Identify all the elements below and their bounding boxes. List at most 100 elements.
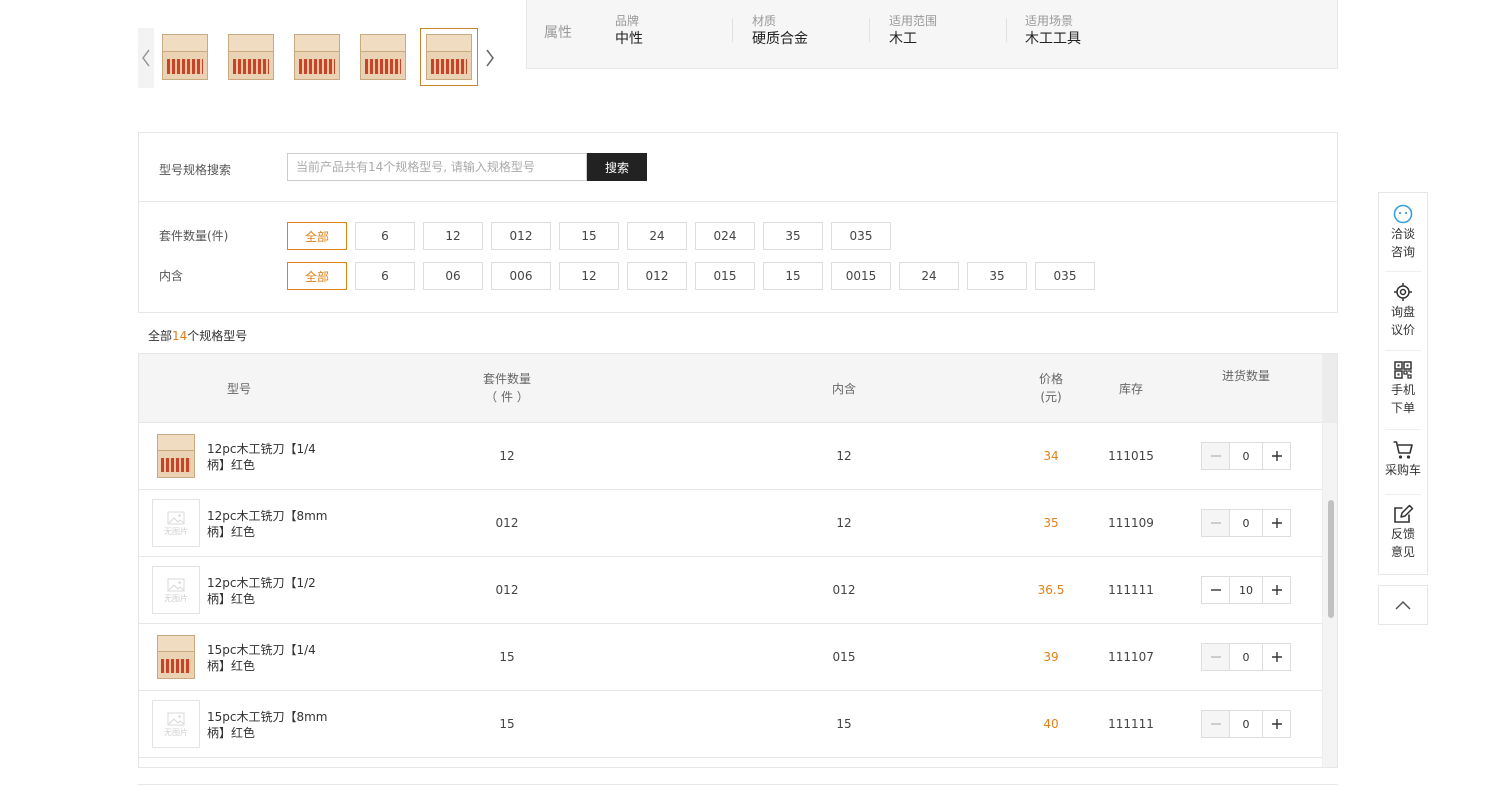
filter-option[interactable]: 06 <box>423 262 483 290</box>
scrollbar-thumb[interactable] <box>1328 500 1334 618</box>
kit-qty-cell: 12 <box>499 449 515 463</box>
filter-option[interactable]: 6 <box>355 222 415 250</box>
toolbar-divider <box>1385 271 1421 272</box>
filter-option[interactable]: 015 <box>695 262 755 290</box>
edit-icon <box>1394 504 1414 523</box>
product-name[interactable]: 12pc木工铣刀【8mm 柄】红色 <box>207 508 337 540</box>
product-box-image <box>157 635 195 679</box>
consult-button[interactable]: 洽谈 咨询 <box>1379 203 1427 261</box>
product-name-line2: 柄】红色 <box>207 592 256 606</box>
kit-qty-cell: 012 <box>495 516 519 530</box>
filter-option[interactable]: 0015 <box>831 262 891 290</box>
product-name-line1: 15pc木工铣刀【1/4 <box>207 643 316 657</box>
stock-cell: 111111 <box>1108 717 1154 731</box>
filter-option[interactable]: 24 <box>899 262 959 290</box>
kit-qty-cell: 012 <box>495 583 519 597</box>
filter-option[interactable]: 12 <box>423 222 483 250</box>
filter-option[interactable]: 035 <box>1035 262 1095 290</box>
filter-option[interactable]: 24 <box>627 222 687 250</box>
thumbnail[interactable] <box>222 28 280 86</box>
thumbnail[interactable] <box>420 28 478 86</box>
thumbnail[interactable] <box>288 28 346 86</box>
filter-option[interactable]: 024 <box>695 222 755 250</box>
purchase-cart-button[interactable]: 采购车 <box>1379 439 1427 479</box>
decrease-qty-button[interactable] <box>1202 711 1230 737</box>
consult-label-line2: 咨询 <box>1390 245 1415 259</box>
filter-option[interactable]: 12 <box>559 262 619 290</box>
thumbnail-next-button[interactable] <box>482 28 498 88</box>
decrease-qty-button[interactable] <box>1202 644 1230 670</box>
increase-qty-button[interactable] <box>1262 644 1290 670</box>
thumbnail[interactable] <box>156 28 214 86</box>
price-cell: 36.5 <box>1037 583 1065 597</box>
table-scrollbar[interactable] <box>1322 354 1337 767</box>
image-placeholder-icon <box>167 578 185 591</box>
kit-qty-cell: 15 <box>499 650 515 664</box>
chat-icon <box>1393 204 1413 224</box>
minus-icon <box>1210 656 1221 658</box>
product-name[interactable]: 15pc木工铣刀【8mm 柄】红色 <box>207 709 337 741</box>
stock-cell: 111107 <box>1108 650 1154 664</box>
search-button[interactable]: 搜索 <box>587 153 647 181</box>
filter-option[interactable]: 15 <box>763 262 823 290</box>
quantity-stepper <box>1201 643 1291 671</box>
no-image-text: 无图片 <box>164 593 188 603</box>
header-price-line2: (元) <box>1040 390 1062 404</box>
product-name[interactable]: 12pc木工铣刀【1/2 柄】红色 <box>207 575 337 607</box>
product-box-image <box>157 434 195 478</box>
header-model: 型号 <box>226 382 251 396</box>
no-image-text: 无图片 <box>164 727 188 737</box>
filter-option[interactable]: 全部 <box>287 262 347 290</box>
product-thumbnail-image <box>162 34 208 80</box>
filter-option[interactable]: 35 <box>763 222 823 250</box>
contains-cell: 015 <box>832 650 856 664</box>
back-to-top-button[interactable] <box>1378 585 1428 625</box>
attribute-divider <box>869 18 870 42</box>
filter-option[interactable]: 全部 <box>287 222 347 250</box>
spec-search-input[interactable] <box>287 153 587 181</box>
attribute-scenario: 适用场景 木工工具 <box>1025 13 1162 49</box>
increase-qty-button[interactable] <box>1262 510 1290 536</box>
mobile-order-label-line2: 下单 <box>1390 401 1415 415</box>
product-name[interactable]: 15pc木工铣刀【1/4 柄】红色 <box>207 642 337 674</box>
contains-cell: 15 <box>836 717 852 731</box>
feedback-button[interactable]: 反馈 意见 <box>1379 503 1427 561</box>
decrease-qty-button[interactable] <box>1202 510 1230 536</box>
table-row: 15pc木工铣刀【1/4 柄】红色 15 015 39 111107 <box>139 624 1322 691</box>
filter-option[interactable]: 035 <box>831 222 891 250</box>
attribute-divider <box>1006 18 1007 42</box>
filter-option[interactable]: 006 <box>491 262 551 290</box>
summary-suffix: 个规格型号 <box>187 329 248 343</box>
kit-qty-filter-label: 套件数量(件) <box>159 229 229 243</box>
contains-cell: 012 <box>832 583 856 597</box>
price-cell: 34 <box>1043 449 1059 463</box>
cart-icon <box>1393 441 1413 459</box>
header-price: 价格 (元) <box>1021 370 1081 406</box>
increase-qty-button[interactable] <box>1262 443 1290 469</box>
filter-option[interactable]: 15 <box>559 222 619 250</box>
increase-qty-button[interactable] <box>1262 577 1290 603</box>
filter-option[interactable]: 012 <box>491 222 551 250</box>
inquiry-button[interactable]: 询盘 议价 <box>1379 281 1427 339</box>
table-header: 型号 套件数量 （ 件 ） 内含 价格 (元) 库存 进货数量 <box>139 354 1322 423</box>
decrease-qty-button[interactable] <box>1202 443 1230 469</box>
quantity-input[interactable] <box>1230 711 1262 737</box>
contains-cell: 12 <box>836 516 852 530</box>
quantity-input[interactable] <box>1230 644 1262 670</box>
plus-icon <box>1271 652 1282 662</box>
increase-qty-button[interactable] <box>1262 711 1290 737</box>
decrease-qty-button[interactable] <box>1202 577 1230 603</box>
no-image-placeholder: 无图片 <box>152 700 200 748</box>
image-placeholder-icon <box>167 712 185 725</box>
thumbnail-prev-button[interactable] <box>138 28 154 88</box>
quantity-input[interactable] <box>1230 510 1262 536</box>
mobile-order-button[interactable]: 手机 下单 <box>1379 359 1427 417</box>
quantity-input[interactable] <box>1230 443 1262 469</box>
thumbnail[interactable] <box>354 28 412 86</box>
product-name[interactable]: 12pc木工铣刀【1/4 柄】红色 <box>207 441 337 473</box>
filter-option[interactable]: 012 <box>627 262 687 290</box>
quantity-input[interactable] <box>1230 577 1262 603</box>
filter-option[interactable]: 35 <box>967 262 1027 290</box>
filter-option[interactable]: 6 <box>355 262 415 290</box>
contains-cell: 12 <box>836 449 852 463</box>
